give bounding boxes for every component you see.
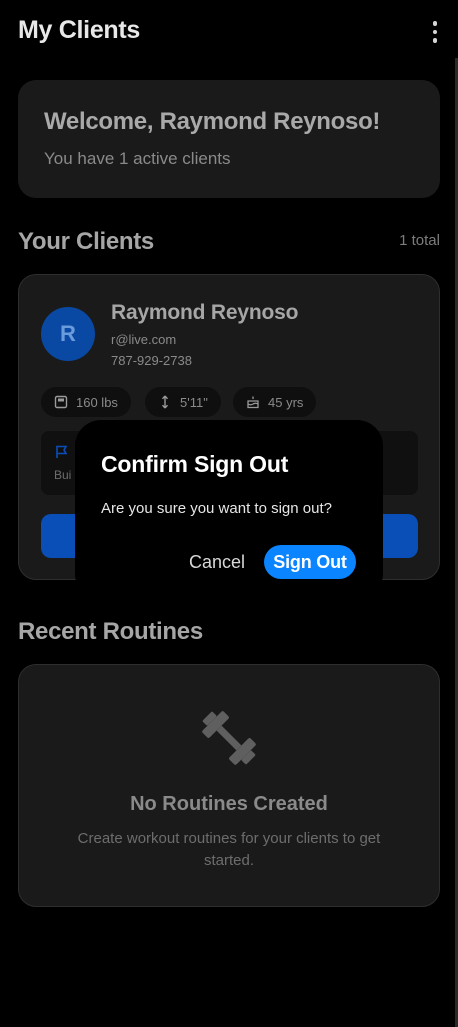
- more-vertical-icon[interactable]: [424, 18, 446, 46]
- dialog-title: Confirm Sign Out: [101, 451, 289, 477]
- weight-value: 160 lbs: [76, 394, 118, 410]
- age-value: 45 yrs: [268, 394, 304, 410]
- confirm-sign-out-dialog: Confirm Sign Out Are you sure you want t…: [75, 420, 383, 600]
- avatar: R: [41, 307, 95, 361]
- goal-text: Bui: [54, 468, 72, 482]
- age-chip: 45 yrs: [233, 387, 317, 417]
- scale-icon: [54, 395, 68, 409]
- sign-out-button[interactable]: Sign Out: [264, 545, 356, 579]
- routines-section-title: Recent Routines: [18, 618, 203, 645]
- welcome-title: Welcome, Raymond Reynoso!: [44, 108, 381, 135]
- app-screen: My Clients Welcome, Raymond Reynoso! You…: [0, 0, 458, 1027]
- client-name: Raymond Reynoso: [111, 301, 299, 324]
- empty-state-description: Create workout routines for your clients…: [77, 830, 381, 869]
- app-header: My Clients: [0, 0, 458, 62]
- clients-section-title: Your Clients: [18, 228, 154, 255]
- height-icon: [161, 395, 169, 409]
- weight-chip: 160 lbs: [41, 387, 131, 417]
- cake-icon: [247, 396, 259, 409]
- dialog-message: Are you sure you want to sign out?: [101, 500, 332, 517]
- flag-icon: [56, 445, 68, 458]
- height-chip: 5'11": [145, 387, 221, 417]
- clients-total-count: 1 total: [399, 232, 440, 249]
- cancel-button[interactable]: Cancel: [179, 546, 255, 578]
- dumbbell-icon: [202, 711, 256, 765]
- routines-empty-card: No Routines Created Create workout routi…: [18, 664, 440, 907]
- client-phone: 787-929-2738: [111, 353, 192, 368]
- welcome-subtitle: You have 1 active clients: [44, 149, 231, 168]
- client-email: r@live.com: [111, 332, 177, 347]
- page-title: My Clients: [18, 16, 141, 44]
- empty-state-title: No Routines Created: [130, 793, 328, 815]
- welcome-card: Welcome, Raymond Reynoso! You have 1 act…: [18, 80, 440, 198]
- height-value: 5'11": [180, 394, 208, 410]
